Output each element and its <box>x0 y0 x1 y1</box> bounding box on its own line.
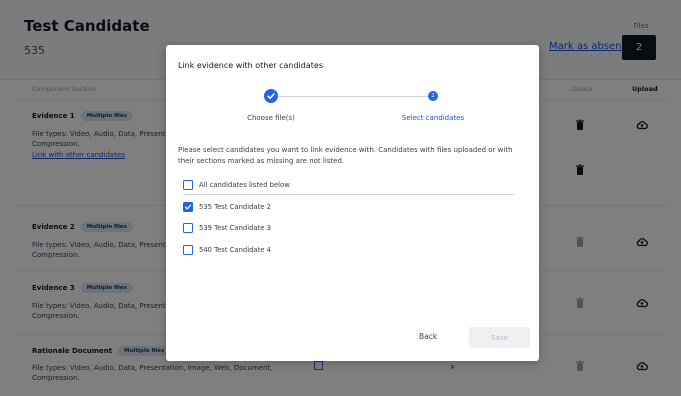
candidate-checkbox-checked[interactable] <box>183 202 193 212</box>
check-icon <box>267 93 275 99</box>
candidate-option[interactable]: 540 Test Candidate 4 <box>183 245 271 255</box>
instructions-text: Please select candidates you want to lin… <box>178 146 513 165</box>
step-1-label: Choose file(s) <box>247 114 295 122</box>
checkbox-divider <box>183 194 514 195</box>
link-evidence-modal: Link evidence with other candidates 2 Ch… <box>166 45 539 361</box>
candidate-checkbox[interactable] <box>183 223 193 233</box>
candidate-option[interactable]: 539 Test Candidate 3 <box>183 223 271 233</box>
candidate-option-label: 540 Test Candidate 4 <box>199 246 271 254</box>
select-all-candidates-option[interactable]: All candidates listed below <box>183 180 290 190</box>
step-1-indicator <box>264 89 278 103</box>
step-2-label: Select candidates <box>401 114 465 122</box>
select-all-label: All candidates listed below <box>199 181 290 189</box>
stepper-connector <box>278 96 430 97</box>
select-all-checkbox[interactable] <box>183 180 193 190</box>
back-button[interactable]: Back <box>419 332 437 341</box>
step-2-indicator: 2 <box>428 91 438 101</box>
candidate-option-label: 535 Test Candidate 2 <box>199 203 271 211</box>
check-icon <box>184 204 192 210</box>
candidate-checkbox[interactable] <box>183 245 193 255</box>
save-button[interactable]: Save <box>469 327 530 348</box>
candidate-option-label: 539 Test Candidate 3 <box>199 224 271 232</box>
candidate-option[interactable]: 535 Test Candidate 2 <box>183 202 271 212</box>
modal-title: Link evidence with other candidates <box>178 61 323 70</box>
